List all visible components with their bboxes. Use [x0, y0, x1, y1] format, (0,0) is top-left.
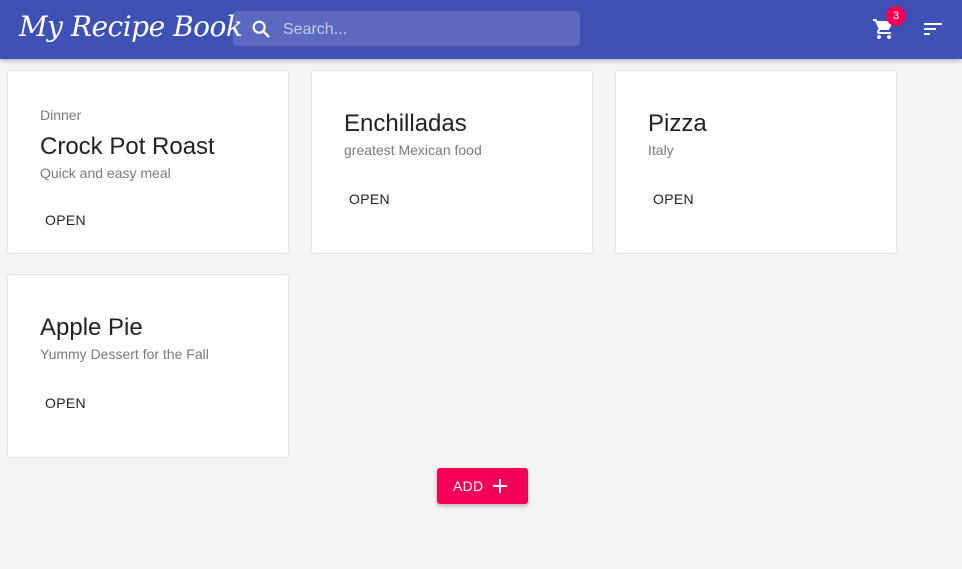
search-icon [252, 20, 270, 38]
recipe-card: Pizza Italy OPEN [615, 70, 897, 254]
recipe-title: Pizza [648, 110, 707, 137]
cart-button[interactable]: 3 [869, 6, 906, 44]
cart-count-badge: 3 [886, 6, 906, 26]
recipe-card: Apple Pie Yummy Dessert for the Fall OPE… [7, 274, 289, 458]
open-recipe-button[interactable]: OPEN [45, 212, 86, 228]
plus-icon [493, 479, 507, 493]
recipe-title: Apple Pie [40, 314, 143, 341]
search-box[interactable] [233, 11, 580, 48]
recipe-description: Italy [648, 142, 674, 158]
open-recipe-button[interactable]: OPEN [653, 191, 694, 207]
app-title: My Recipe Book [19, 10, 243, 43]
open-recipe-button[interactable]: OPEN [349, 191, 390, 207]
recipe-card: Dinner Crock Pot Roast Quick and easy me… [7, 70, 289, 254]
recipe-description: Quick and easy meal [40, 165, 171, 181]
recipe-description: Yummy Dessert for the Fall [40, 346, 209, 362]
recipe-category: Dinner [40, 107, 82, 123]
app-bar: My Recipe Book 3 [0, 0, 962, 59]
sort-button[interactable] [918, 14, 948, 44]
add-recipe-button[interactable]: ADD [437, 468, 528, 504]
recipe-card: Enchilladas greatest Mexican food OPEN [311, 70, 593, 254]
recipe-description: greatest Mexican food [344, 142, 482, 158]
sort-icon [924, 23, 942, 35]
search-input[interactable] [281, 11, 575, 48]
open-recipe-button[interactable]: OPEN [45, 395, 86, 411]
recipe-title: Crock Pot Roast [40, 133, 215, 160]
add-button-label: ADD [453, 478, 484, 494]
recipe-title: Enchilladas [344, 110, 467, 137]
